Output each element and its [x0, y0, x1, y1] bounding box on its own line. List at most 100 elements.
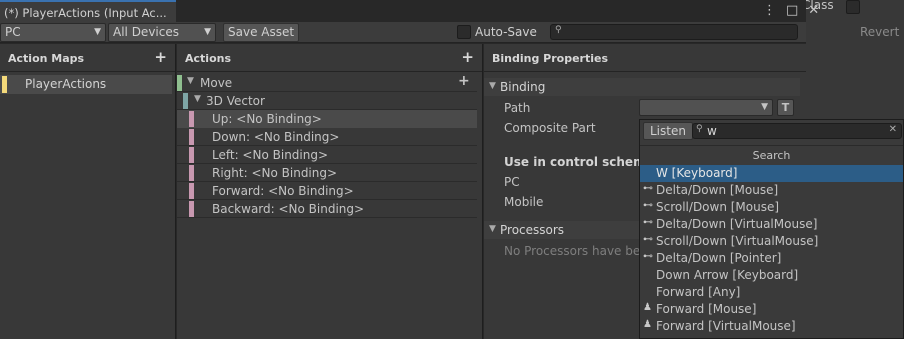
actions-header: Actions +	[177, 44, 482, 72]
expand-arrow-icon[interactable]: ▼	[187, 76, 194, 86]
actions-panel: Actions + ▼ Move + ▼ 3D Vector Up: <No B…	[177, 44, 483, 339]
chevron-down-icon: ▼	[94, 27, 101, 37]
binding-color-bar	[189, 201, 194, 217]
binding-section-header[interactable]: ▼ Binding	[484, 78, 800, 96]
action-label: Move	[200, 76, 233, 90]
auto-save-checkbox[interactable]	[457, 25, 471, 39]
close-icon[interactable]: ✕	[808, 3, 819, 18]
binding-row-right[interactable]: Right: <No Binding>	[177, 164, 477, 182]
action-maps-title: Action Maps	[8, 52, 85, 65]
axis-icon: ⊷	[643, 251, 653, 262]
composite-row[interactable]: ▼ 3D Vector	[177, 92, 477, 110]
control-scheme-value: PC	[5, 25, 21, 39]
toolbar-search-input[interactable]: ⚲	[550, 24, 798, 40]
inspector-background: Class Revert	[802, 0, 904, 90]
action-maps-panel: Action Maps + PlayerActions	[0, 44, 176, 339]
chevron-down-icon: ▼	[204, 27, 211, 37]
add-action-icon[interactable]: +	[461, 48, 474, 66]
result-item[interactable]: W [Keyboard]	[640, 165, 903, 182]
result-label: Delta/Down [VirtualMouse]	[656, 217, 818, 231]
action-map-label: PlayerActions	[25, 77, 107, 91]
result-item[interactable]: ⊷ Delta/Down [Mouse]	[640, 182, 903, 199]
binding-row-down[interactable]: Down: <No Binding>	[177, 128, 477, 146]
binding-row-forward[interactable]: Forward: <No Binding>	[177, 182, 477, 200]
processors-section-label: Processors	[500, 223, 565, 237]
result-label: Delta/Down [Pointer]	[656, 251, 782, 265]
binding-label: Right: <No Binding>	[212, 166, 338, 180]
actions-title: Actions	[185, 52, 231, 65]
result-item[interactable]: ⊷ Scroll/Down [VirtualMouse]	[640, 233, 903, 250]
binding-row-backward[interactable]: Backward: <No Binding>	[177, 200, 477, 218]
binding-color-bar	[189, 111, 194, 127]
listen-button[interactable]: Listen	[643, 122, 693, 140]
binding-color-bar	[189, 165, 194, 181]
binding-row-left[interactable]: Left: <No Binding>	[177, 146, 477, 164]
result-item[interactable]: ⊷ Delta/Down [Pointer]	[640, 250, 903, 267]
result-item[interactable]: ⊷ Delta/Down [VirtualMouse]	[640, 216, 903, 233]
no-processors-text: No Processors have bee	[504, 244, 648, 258]
result-item[interactable]: ♟ Forward [Mouse]	[640, 301, 903, 318]
popup-section-header: Search	[640, 145, 903, 165]
binding-label: Up: <No Binding>	[212, 112, 322, 126]
scheme-pc-label: PC	[504, 175, 520, 189]
result-label: Scroll/Down [VirtualMouse]	[656, 234, 819, 248]
add-action-map-icon[interactable]: +	[154, 48, 167, 66]
result-label: Forward [Mouse]	[656, 302, 757, 316]
result-item[interactable]: ⊷ Scroll/Down [Mouse]	[640, 199, 903, 216]
result-label: Down Arrow [Keyboard]	[656, 268, 799, 282]
composite-label: 3D Vector	[206, 94, 265, 108]
window-tab[interactable]: (*) PlayerActions (Input Ac...	[0, 0, 176, 23]
binding-label: Left: <No Binding>	[212, 148, 329, 162]
control-scheme-dropdown[interactable]: PC ▼	[0, 23, 106, 42]
binding-color-bar	[189, 147, 194, 163]
action-maps-header: Action Maps +	[0, 44, 175, 72]
devices-value: All Devices	[113, 25, 179, 39]
result-item[interactable]: Down Arrow [Keyboard]	[640, 267, 903, 284]
composite-part-label: Composite Part	[504, 121, 596, 135]
binding-color-bar	[189, 129, 194, 145]
class-checkbox[interactable]	[846, 0, 860, 14]
text-mode-button[interactable]: T	[777, 99, 794, 116]
result-label: Delta/Down [Mouse]	[656, 183, 779, 197]
maximize-icon[interactable]: □	[786, 3, 798, 18]
action-row-move[interactable]: ▼ Move +	[177, 73, 477, 92]
action-color-bar	[177, 75, 182, 91]
path-dropdown[interactable]: ▼	[639, 99, 773, 116]
expand-arrow-icon[interactable]: ▼	[194, 94, 201, 104]
result-item[interactable]: ♟ Forward [VirtualMouse]	[640, 318, 903, 335]
result-label: Forward [Any]	[656, 285, 741, 299]
revert-button[interactable]: Revert	[860, 25, 899, 39]
search-icon: ⚲	[555, 25, 562, 35]
binding-label: Forward: <No Binding>	[212, 184, 354, 198]
path-label: Path	[504, 101, 531, 115]
use-in-scheme-label: Use in control scheme	[504, 155, 654, 169]
devices-dropdown[interactable]: All Devices ▼	[108, 23, 216, 42]
result-label: W [Keyboard]	[656, 166, 738, 180]
result-label: Forward [VirtualMouse]	[656, 319, 796, 333]
tab-strip	[176, 0, 806, 23]
result-label: Scroll/Down [Mouse]	[656, 200, 780, 214]
binding-label: Backward: <No Binding>	[212, 202, 365, 216]
expand-arrow-icon[interactable]: ▼	[489, 81, 496, 91]
binding-row-up[interactable]: Up: <No Binding>	[177, 110, 477, 128]
axis-icon: ⊷	[643, 200, 653, 211]
binding-color-bar	[189, 183, 194, 199]
binding-label: Down: <No Binding>	[212, 130, 340, 144]
popup-search-input[interactable]: ⚲ w ✕	[692, 123, 902, 139]
person-icon: ♟	[643, 319, 652, 330]
auto-save-label: Auto-Save	[475, 25, 537, 39]
result-item[interactable]: Forward [Any]	[640, 284, 903, 301]
save-asset-button[interactable]: Save Asset	[223, 23, 300, 42]
axis-icon: ⊷	[643, 183, 653, 194]
binding-properties-title: Binding Properties	[492, 52, 609, 65]
kebab-icon[interactable]: ⋮	[763, 3, 776, 18]
clear-icon[interactable]: ✕	[889, 124, 897, 135]
axis-icon: ⊷	[643, 217, 653, 228]
binding-section-label: Binding	[500, 80, 546, 94]
add-binding-icon[interactable]: +	[458, 73, 470, 89]
action-map-item[interactable]: PlayerActions	[0, 75, 172, 94]
popup-search-value: w	[707, 124, 717, 138]
window-title: (*) PlayerActions (Input Ac...	[4, 6, 167, 20]
expand-arrow-icon[interactable]: ▼	[489, 224, 496, 234]
window-controls: ⋮ □ ✕	[763, 3, 819, 18]
